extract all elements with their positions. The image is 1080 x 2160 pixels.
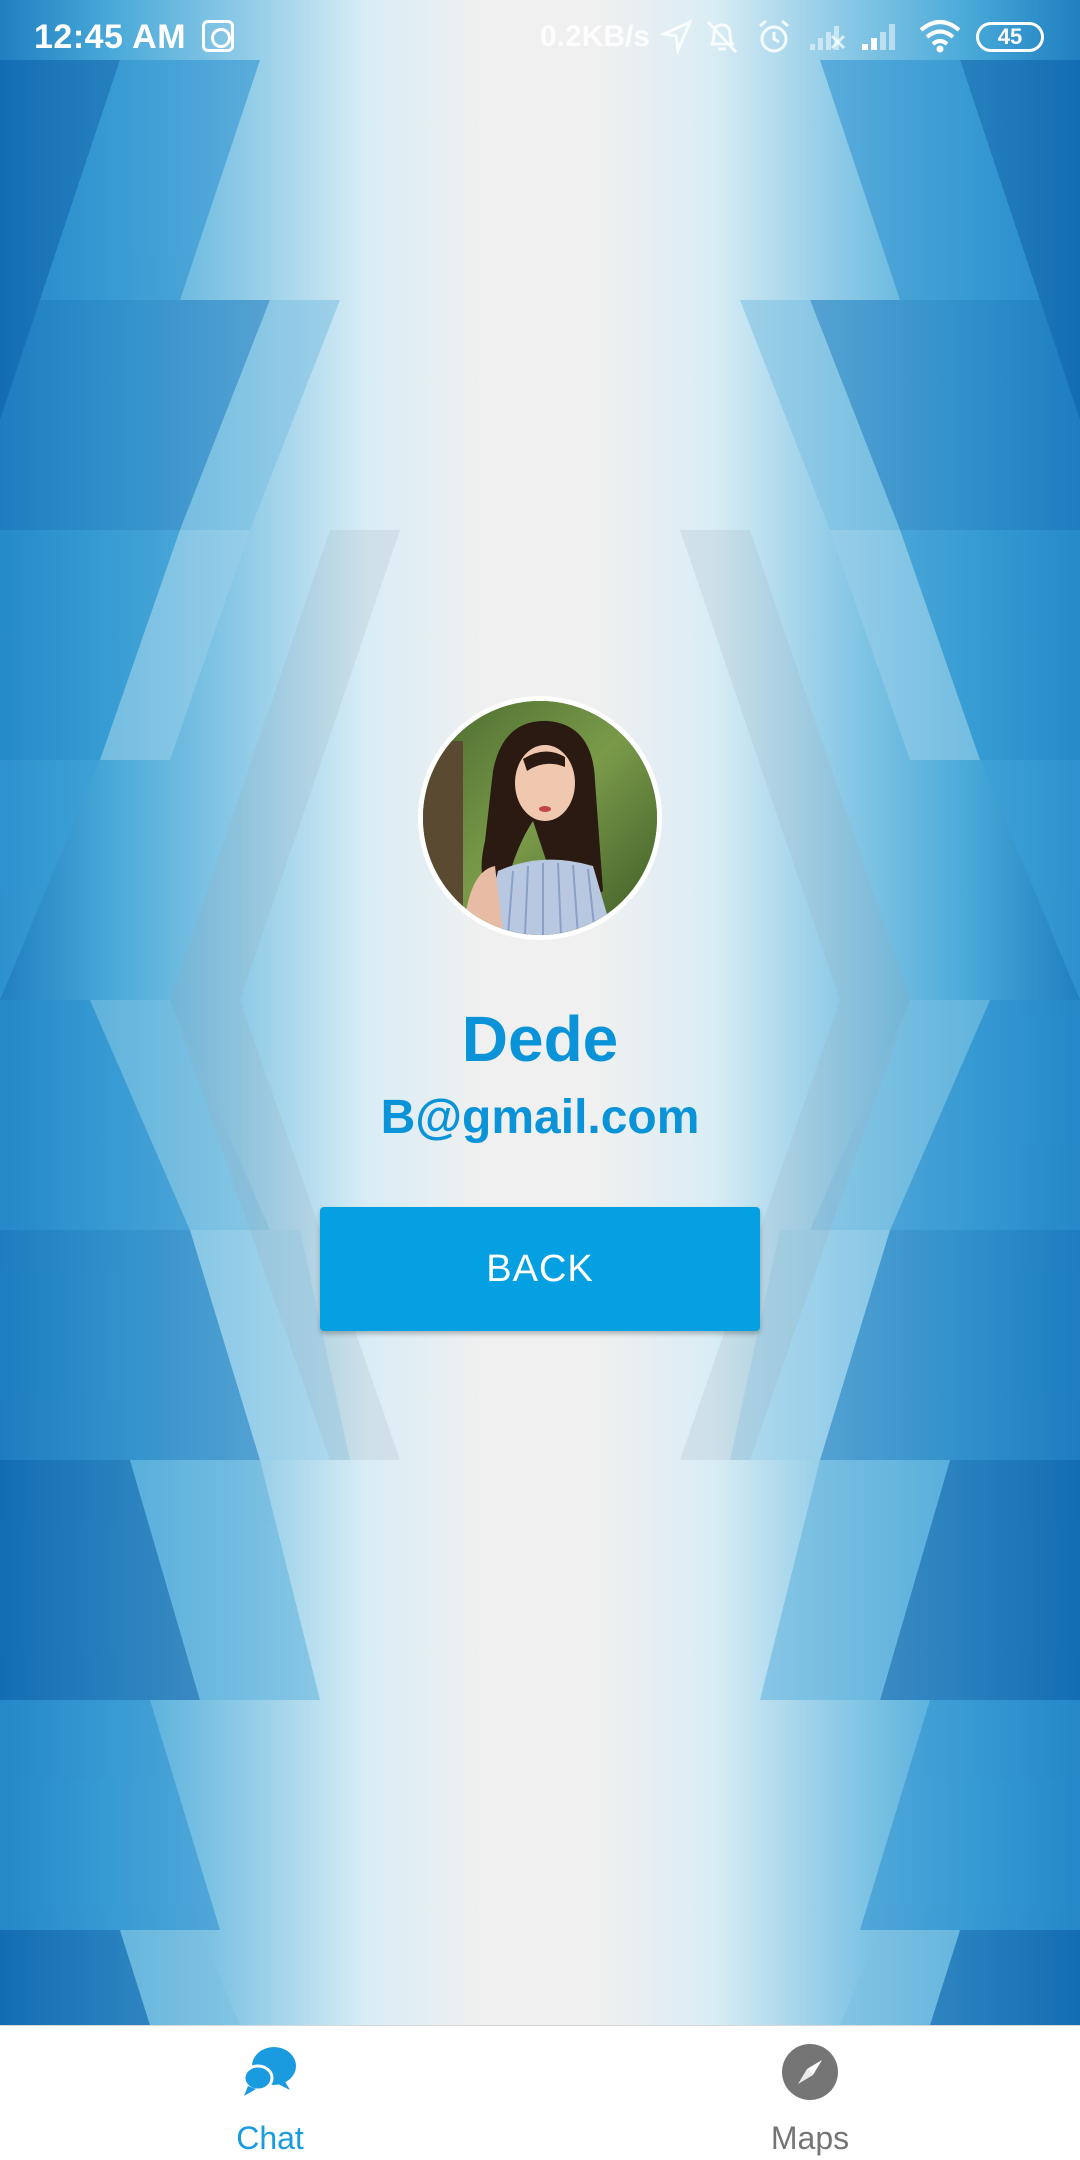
profile-screen: 12:45 AM 0.2KB/s 45 Dede B@gmail.com BAC… <box>0 0 1080 2160</box>
alarm-icon <box>759 19 789 53</box>
back-button[interactable]: BACK <box>320 1207 760 1331</box>
location-arrow-icon <box>660 19 692 54</box>
nav-label-maps: Maps <box>770 2120 850 2156</box>
profile-photo <box>418 696 662 940</box>
profile-name: Dede <box>461 1003 619 1075</box>
status-bar: 12:45 AM 0.2KB/s 45 <box>0 0 1080 76</box>
bottom-navigation: Chat Maps <box>0 2025 1080 2160</box>
nav-label-chat: Chat <box>236 2120 304 2156</box>
profile-photo-graphic <box>423 701 657 935</box>
battery-icon: 45 <box>976 22 1044 52</box>
app-notification-icon <box>202 20 234 52</box>
compass-icon <box>782 2044 838 2100</box>
nav-item-maps[interactable]: Maps <box>540 2026 1080 2160</box>
muted-bell-icon <box>706 20 738 54</box>
nav-item-chat[interactable]: Chat <box>0 2026 540 2160</box>
chat-bubbles-icon <box>242 2047 296 2096</box>
battery-level: 45 <box>997 24 1023 49</box>
wifi-icon <box>919 20 961 53</box>
signal-icon <box>862 24 895 50</box>
status-time: 12:45 AM <box>34 18 187 56</box>
profile-email: B@gmail.com <box>380 1091 700 1144</box>
network-speed: 0.2KB/s <box>540 20 651 53</box>
signal-icon <box>810 26 846 50</box>
